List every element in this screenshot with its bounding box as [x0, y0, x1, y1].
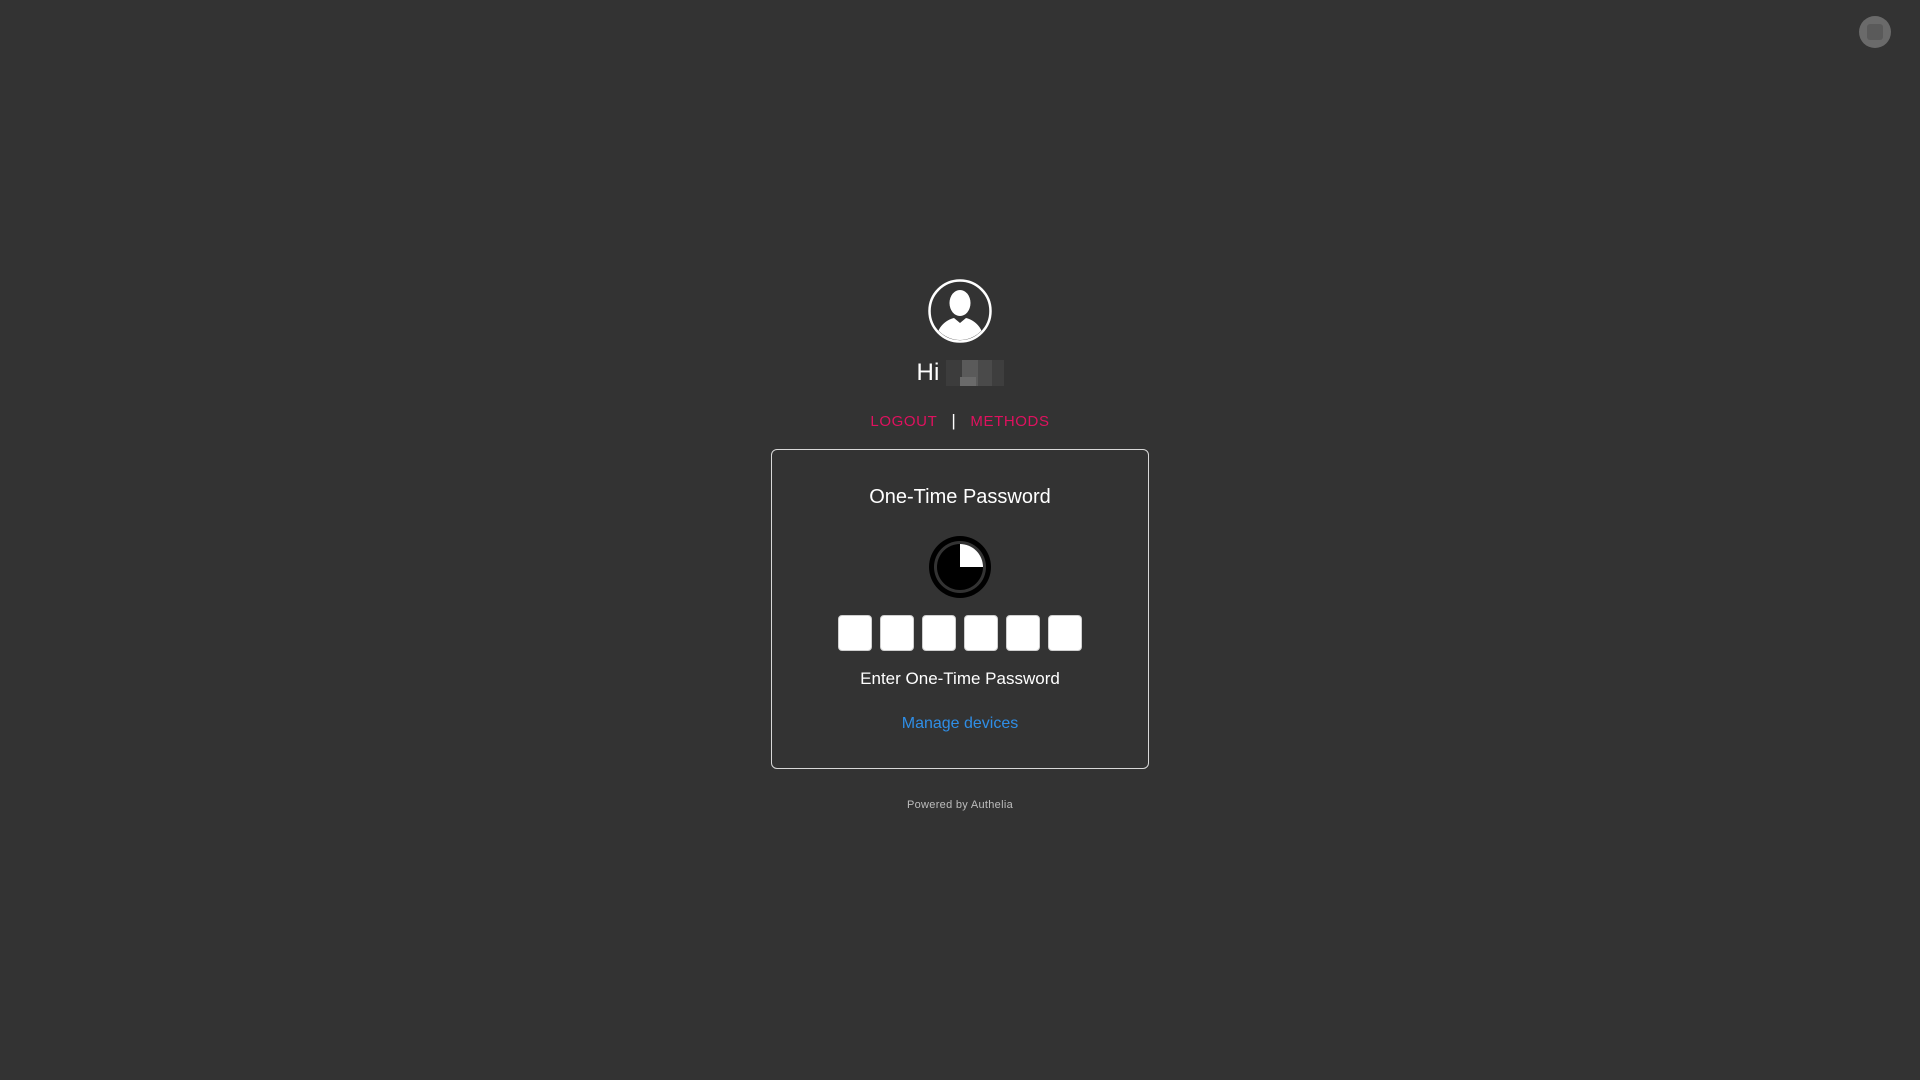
- otp-digit-4[interactable]: [964, 615, 998, 651]
- otp-input-row: [838, 615, 1082, 651]
- user-avatar-icon: [928, 279, 992, 343]
- manage-devices-link[interactable]: Manage devices: [902, 715, 1019, 733]
- otp-card: One-Time Password Enter One-Time Passwor…: [771, 449, 1149, 769]
- auth-nav: LOGOUT | METHODS: [870, 411, 1049, 431]
- otp-hint: Enter One-Time Password: [860, 669, 1060, 688]
- countdown-timer-icon: [929, 536, 991, 598]
- methods-link[interactable]: METHODS: [970, 413, 1049, 430]
- main-column: Hi LOGOUT | METHODS One-Time Password En…: [0, 0, 1920, 811]
- otp-digit-3[interactable]: [922, 615, 956, 651]
- otp-digit-5[interactable]: [1006, 615, 1040, 651]
- greeting: Hi: [916, 357, 1004, 389]
- login-page: Hi LOGOUT | METHODS One-Time Password En…: [0, 0, 1920, 1080]
- otp-title: One-Time Password: [869, 486, 1051, 508]
- otp-digit-1[interactable]: [838, 615, 872, 651]
- logout-link[interactable]: LOGOUT: [870, 413, 937, 430]
- powered-by: Powered by Authelia: [907, 799, 1013, 811]
- otp-digit-6[interactable]: [1048, 615, 1082, 651]
- otp-digit-2[interactable]: [880, 615, 914, 651]
- username-redacted: [945, 360, 1004, 386]
- nav-separator: |: [951, 411, 957, 430]
- greeting-text: Hi: [916, 359, 940, 386]
